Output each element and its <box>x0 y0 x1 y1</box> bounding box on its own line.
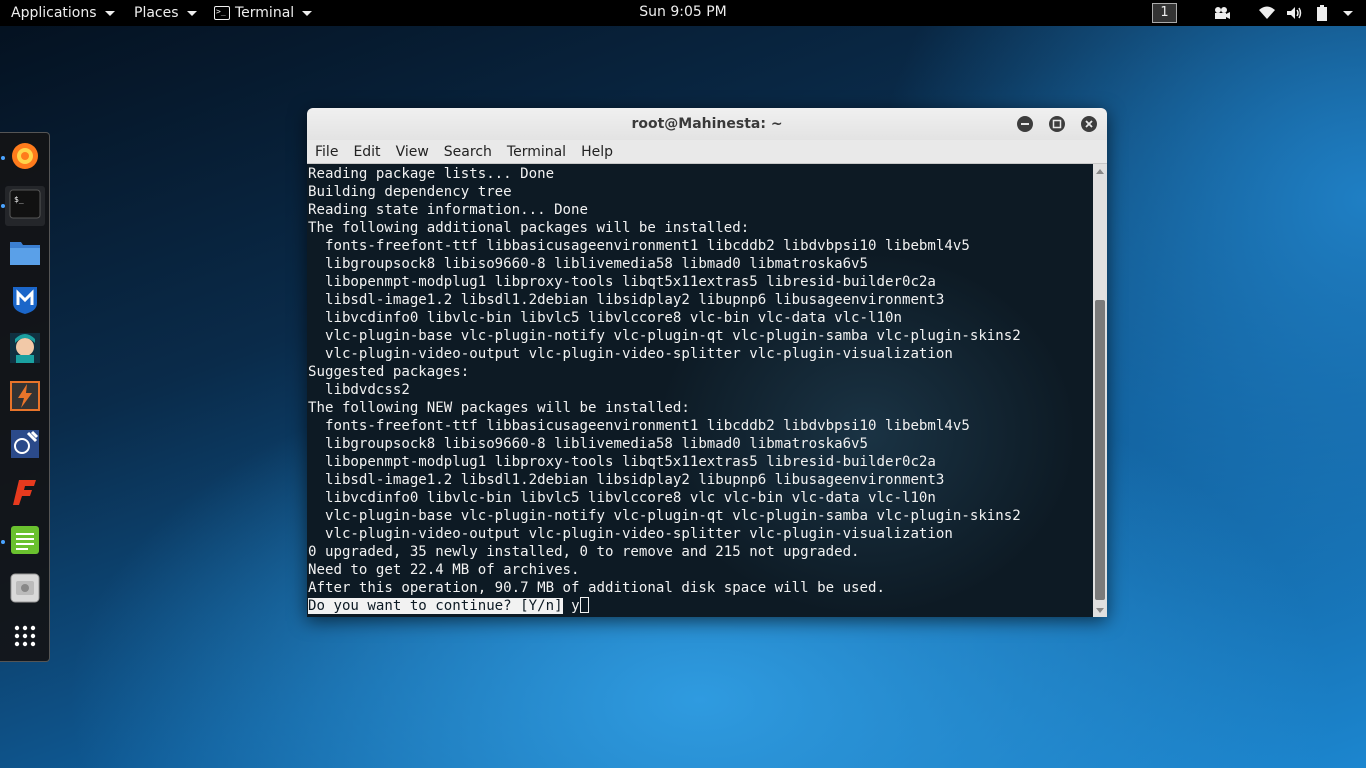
places-label: Places <box>134 5 179 21</box>
terminal-line: libvcdinfo0 libvlc-bin libvlc5 libvlccor… <box>308 490 936 506</box>
maximize-icon <box>1052 119 1062 129</box>
terminal-line: Need to get 22.4 MB of archives. <box>308 562 580 578</box>
dock-item-faraday[interactable] <box>5 474 45 514</box>
menu-edit[interactable]: Edit <box>353 144 380 160</box>
dock-item-terminal[interactable]: $_ <box>1 186 45 226</box>
scroll-up-arrow-icon[interactable] <box>1096 169 1104 174</box>
dock-item-metasploit[interactable] <box>5 282 45 322</box>
burpsuite-icon <box>10 381 40 415</box>
terminal-line: vlc-plugin-base vlc-plugin-notify vlc-pl… <box>308 328 1021 344</box>
faraday-icon <box>10 477 40 511</box>
terminal-line: The following additional packages will b… <box>308 220 750 236</box>
running-indicator <box>1 156 5 160</box>
svg-text:$_: $_ <box>14 195 24 204</box>
terminal-line: fonts-freefont-ttf libbasicusageenvironm… <box>308 238 970 254</box>
volume-icon[interactable] <box>1286 4 1304 22</box>
armitage-icon <box>10 333 40 367</box>
window-titlebar[interactable]: root@Mahinesta: ~ <box>307 108 1107 140</box>
menu-view[interactable]: View <box>396 144 429 160</box>
applications-label: Applications <box>11 5 97 21</box>
maximize-button[interactable] <box>1049 116 1065 132</box>
terminal-line: fonts-freefont-ttf libbasicusageenvironm… <box>308 418 970 434</box>
system-menu-chevron-icon[interactable] <box>1340 4 1353 22</box>
terminal-line: vlc-plugin-video-output vlc-plugin-video… <box>308 346 953 362</box>
dock-item-show-apps[interactable] <box>5 618 45 658</box>
terminal-line: libopenmpt-modplug1 libproxy-tools libqt… <box>308 454 936 470</box>
terminal-prompt-line: Do you want to continue? [Y/n] y <box>308 597 1093 615</box>
wifi-icon[interactable] <box>1258 4 1276 22</box>
running-indicator <box>1 540 5 544</box>
dock-item-screenshot[interactable] <box>5 570 45 610</box>
terminal-line: Building dependency tree <box>308 184 512 200</box>
terminal-line: Suggested packages: <box>308 364 470 380</box>
menu-search[interactable]: Search <box>444 144 492 160</box>
terminal-window: root@Mahinesta: ~ File Edit View Search … <box>307 108 1107 617</box>
dock-item-maltego[interactable] <box>5 426 45 466</box>
terminal-line: libsdl-image1.2 libsdl1.2debian libsidpl… <box>308 292 945 308</box>
menu-terminal[interactable]: Terminal <box>507 144 566 160</box>
terminal-app-menu[interactable]: >_ Terminal <box>214 0 313 26</box>
terminal-line: vlc-plugin-base vlc-plugin-notify vlc-pl… <box>308 508 1021 524</box>
chevron-down-icon <box>186 10 197 16</box>
terminal-line: libgroupsock8 libiso9660-8 liblivemedia5… <box>308 436 869 452</box>
terminal-icon: $_ <box>9 189 41 223</box>
dock: $_ <box>0 132 50 662</box>
terminal-input[interactable]: y <box>571 598 580 614</box>
terminal-output[interactable]: Reading package lists... Done Building de… <box>307 164 1093 617</box>
scroll-down-arrow-icon[interactable] <box>1096 608 1104 613</box>
notes-icon <box>10 525 40 559</box>
screenshot-icon <box>10 573 40 607</box>
places-menu[interactable]: Places <box>134 0 197 26</box>
dock-item-files[interactable] <box>5 234 45 274</box>
firefox-icon <box>10 141 40 175</box>
show-apps-icon <box>13 624 37 652</box>
files-icon <box>9 238 41 270</box>
dock-item-armitage[interactable] <box>5 330 45 370</box>
metasploit-icon <box>11 285 39 319</box>
menu-bar: File Edit View Search Terminal Help <box>307 140 1107 164</box>
terminal-line: vlc-plugin-video-output vlc-plugin-video… <box>308 526 953 542</box>
terminal-line: Reading package lists... Done <box>308 166 555 182</box>
terminal-line: The following NEW packages will be insta… <box>308 400 690 416</box>
minimize-icon <box>1021 123 1029 125</box>
close-button[interactable] <box>1081 116 1097 132</box>
scrollbar-thumb[interactable] <box>1095 300 1105 600</box>
menu-help[interactable]: Help <box>581 144 613 160</box>
minimize-button[interactable] <box>1017 116 1033 132</box>
terminal-line: libsdl-image1.2 libsdl1.2debian libsidpl… <box>308 472 945 488</box>
terminal-line: libvcdinfo0 libvlc-bin libvlc5 libvlccor… <box>308 310 902 326</box>
terminal-app-label: Terminal <box>235 5 295 21</box>
terminal-line: Reading state information... Done <box>308 202 589 218</box>
running-indicator <box>1 204 5 208</box>
close-icon <box>1085 120 1093 128</box>
applications-menu[interactable]: Applications <box>11 0 115 26</box>
chevron-down-icon <box>104 10 115 16</box>
video-camera-icon[interactable] <box>1213 4 1231 22</box>
workspace-indicator[interactable]: 1 <box>1152 3 1177 23</box>
menu-file[interactable]: File <box>315 144 338 160</box>
terminal-prompt: Do you want to continue? [Y/n] <box>308 598 563 614</box>
dock-item-notes[interactable] <box>1 522 45 562</box>
maltego-icon <box>10 429 40 463</box>
terminal-icon: >_ <box>214 6 230 20</box>
chevron-down-icon <box>302 10 313 16</box>
terminal-line: libgroupsock8 libiso9660-8 liblivemedia5… <box>308 256 869 272</box>
dock-item-firefox[interactable] <box>1 138 45 178</box>
top-panel: Applications Places >_ Terminal Sun 9:05… <box>0 0 1366 26</box>
terminal-line: After this operation, 90.7 MB of additio… <box>308 580 885 596</box>
terminal-line: libdvdcss2 <box>308 382 410 398</box>
scrollbar[interactable] <box>1093 164 1107 617</box>
window-title: root@Mahinesta: ~ <box>631 116 783 132</box>
terminal-line: 0 upgraded, 35 newly installed, 0 to rem… <box>308 544 860 560</box>
dock-item-burpsuite[interactable] <box>5 378 45 418</box>
battery-icon[interactable] <box>1316 4 1328 22</box>
text-cursor <box>579 597 589 613</box>
terminal-line: libopenmpt-modplug1 libproxy-tools libqt… <box>308 274 936 290</box>
